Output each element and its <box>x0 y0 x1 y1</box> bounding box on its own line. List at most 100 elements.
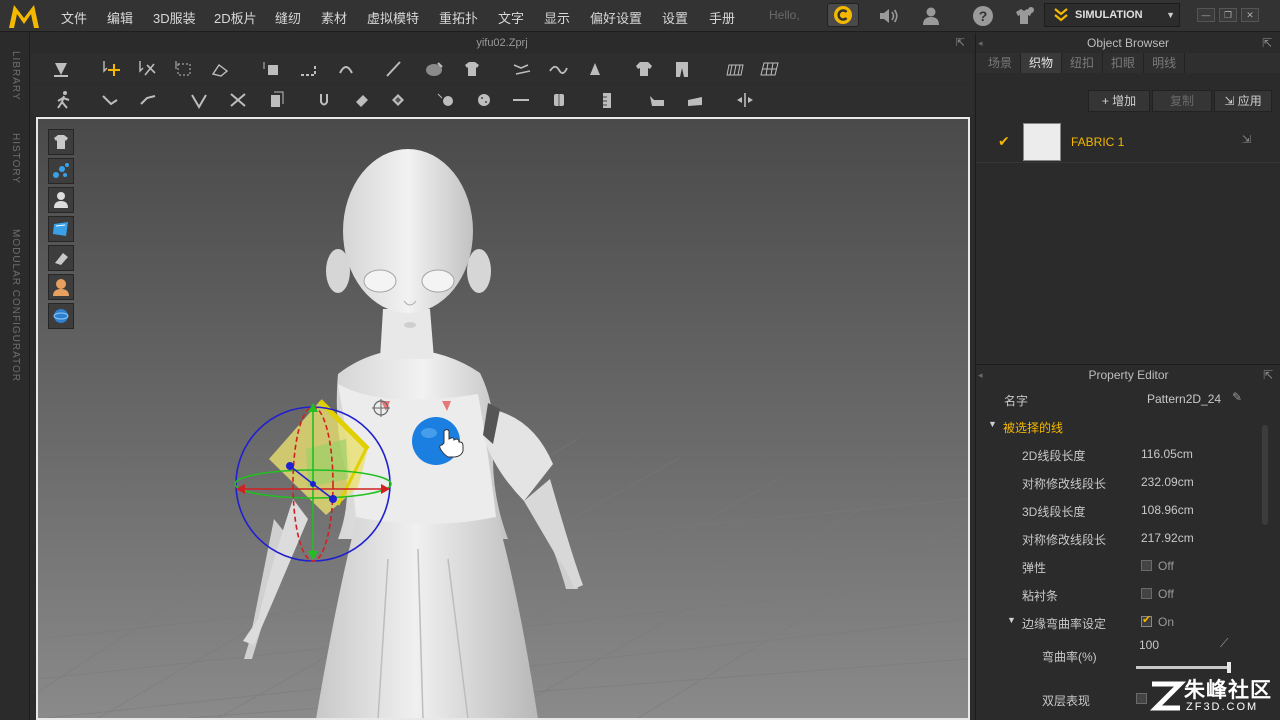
maximize-browser-icon[interactable]: ⇱ <box>1262 33 1272 53</box>
restore-button[interactable]: ❐ <box>1219 8 1237 22</box>
tab-scene[interactable]: 场景 <box>980 53 1022 73</box>
garment-copy-icon[interactable] <box>263 88 289 112</box>
garment-display-icon[interactable] <box>48 129 74 155</box>
edit-pattern-icon[interactable] <box>97 88 123 112</box>
menu-file[interactable]: 文件 <box>61 8 87 27</box>
tab-button[interactable]: 纽扣 <box>1062 53 1104 73</box>
menu-text[interactable]: 文字 <box>498 8 524 27</box>
maximize-property-icon[interactable]: ⇱ <box>1263 365 1273 385</box>
fabric-export-icon[interactable]: ⇲ <box>1242 133 1251 146</box>
collapse-property-icon[interactable]: ◂ <box>978 365 983 385</box>
tape-checkbox[interactable] <box>1141 588 1152 599</box>
3d-viewport[interactable] <box>36 117 970 720</box>
speaker-icon[interactable] <box>875 4 903 28</box>
fabric-swatch[interactable] <box>1023 123 1061 161</box>
select-move-icon[interactable] <box>99 57 125 81</box>
edit-curve-icon[interactable] <box>135 88 161 112</box>
tab-fabric[interactable]: 织物 <box>1021 53 1063 73</box>
texture-display-icon[interactable] <box>48 216 74 242</box>
fabric-list-item[interactable]: ✔ FABRIC 1 ⇲ <box>976 121 1280 163</box>
checker-icon[interactable] <box>385 88 411 112</box>
user-icon[interactable] <box>917 4 945 28</box>
collapse-browser-icon[interactable]: ◂ <box>978 33 983 53</box>
menu-edit[interactable]: 编辑 <box>107 8 133 27</box>
menu-materials[interactable]: 素材 <box>321 8 347 27</box>
name-field[interactable]: Pattern2D_24 <box>1147 392 1231 406</box>
puckering-icon[interactable] <box>644 88 670 112</box>
menu-preferences[interactable]: 偏好设置 <box>590 8 642 27</box>
simulation-button[interactable]: SIMULATION ▼ <box>1044 3 1180 27</box>
segment-sewing-icon[interactable] <box>509 57 535 81</box>
menu-avatar[interactable]: 虚拟模特 <box>367 8 419 27</box>
edit-pencil-icon[interactable]: ✎ <box>1232 390 1242 404</box>
flip-arrows-icon[interactable] <box>732 88 758 112</box>
pin-icon[interactable] <box>311 88 337 112</box>
cloud-c-button[interactable] <box>827 3 859 27</box>
pin-arrange-icon[interactable] <box>259 57 285 81</box>
zipper-icon[interactable] <box>546 88 572 112</box>
avatar-walk-icon[interactable] <box>51 88 77 112</box>
history-tab[interactable]: HISTORY <box>10 133 21 184</box>
menu-3d-garment[interactable]: 3D服装 <box>153 8 196 27</box>
pin-remove-icon[interactable] <box>349 88 375 112</box>
simulate-down-icon[interactable] <box>48 57 74 81</box>
apply-fabric-button[interactable]: ⇲ 应用 <box>1214 90 1272 112</box>
copy-fabric-button[interactable]: 复制 <box>1152 90 1212 112</box>
particles-icon[interactable] <box>48 158 74 184</box>
expand-curvature-icon[interactable]: ▼ <box>1007 615 1016 625</box>
measure-icon[interactable] <box>594 88 620 112</box>
menu-retopology[interactable]: 重拓扑 <box>439 8 478 27</box>
menu-display[interactable]: 显示 <box>544 8 570 27</box>
add-fabric-button[interactable]: + 增加 <box>1088 90 1150 112</box>
close-button[interactable]: ✕ <box>1241 8 1259 22</box>
avatar-display-icon[interactable] <box>48 187 74 213</box>
help-icon[interactable]: ? <box>969 4 997 28</box>
eraser-display-icon[interactable] <box>48 245 74 271</box>
menu-sewing[interactable]: 缝纫 <box>275 8 301 27</box>
button-icon[interactable] <box>433 88 459 112</box>
transform-box-icon[interactable] <box>171 57 197 81</box>
grid-plane-icon[interactable] <box>721 57 747 81</box>
buttonhole-icon[interactable] <box>471 88 497 112</box>
cross-line-icon[interactable] <box>225 88 251 112</box>
elastic-icon[interactable] <box>682 88 708 112</box>
fold-icon[interactable] <box>295 57 321 81</box>
fold-arrangement-icon[interactable] <box>207 57 233 81</box>
environment-sphere-icon[interactable] <box>48 303 74 329</box>
minimize-button[interactable]: — <box>1197 8 1215 22</box>
tab-topstitch[interactable]: 明线 <box>1144 53 1186 73</box>
fold-line-icon[interactable] <box>186 88 212 112</box>
checkmark-icon: ✔ <box>998 133 1010 149</box>
grid-icon[interactable] <box>756 57 782 81</box>
skin-display-icon[interactable] <box>48 274 74 300</box>
sym-length-2d-value: 232.09cm <box>1141 475 1194 489</box>
curvature-slider[interactable] <box>1136 666 1231 669</box>
property-scrollbar[interactable] <box>1262 425 1268 525</box>
curvature-value-field[interactable]: 100 <box>1139 638 1159 652</box>
topstitch-icon[interactable] <box>508 88 534 112</box>
curvature-checkbox[interactable]: ✔ <box>1141 614 1152 627</box>
fold-back-icon[interactable] <box>333 57 359 81</box>
curvature-edit-icon[interactable]: ⟋ <box>1220 636 1228 651</box>
menu-settings[interactable]: 设置 <box>662 8 688 27</box>
modular-configurator-tab[interactable]: MODULAR CONFIGURATOR <box>10 229 21 382</box>
maximize-viewport-icon[interactable]: ⇱ <box>956 33 965 53</box>
svg-text:?: ? <box>979 8 988 24</box>
simulation-dropdown-arrow-icon[interactable]: ▼ <box>1166 10 1175 20</box>
garment-share-icon[interactable] <box>1010 4 1038 28</box>
scene-render[interactable] <box>38 119 968 718</box>
selected-line-section[interactable]: ▼ 被选择的线 <box>976 412 1266 440</box>
tshirt-add-icon[interactable] <box>459 57 485 81</box>
select-mesh-icon[interactable] <box>135 57 161 81</box>
menu-manual[interactable]: 手册 <box>709 8 735 27</box>
free-sewing-icon[interactable] <box>545 57 571 81</box>
pants-icon[interactable] <box>669 57 695 81</box>
elastic-checkbox[interactable] <box>1141 560 1152 571</box>
brush-line-icon[interactable] <box>381 57 407 81</box>
tack-icon[interactable] <box>582 57 608 81</box>
avatar-garment-icon[interactable] <box>631 57 657 81</box>
sphere-brush-icon[interactable] <box>421 57 447 81</box>
tab-buttonhole[interactable]: 扣眼 <box>1103 53 1145 73</box>
menu-2d-pattern[interactable]: 2D板片 <box>214 8 257 27</box>
library-tab[interactable]: LIBRARY <box>10 51 21 101</box>
